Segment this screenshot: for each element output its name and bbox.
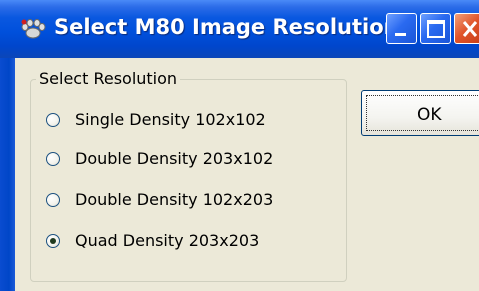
window-title: Select M80 Image Resolution [54, 15, 399, 39]
window-frame-left [0, 58, 15, 291]
ok-button[interactable]: OK [361, 90, 479, 136]
paw-app-icon[interactable] [20, 18, 46, 40]
maximize-icon [427, 20, 445, 38]
ok-button-label: OK [417, 105, 442, 125]
minimize-button[interactable] [386, 13, 417, 44]
radio-selected-dot [50, 238, 56, 244]
radio-label: Quad Density 203x203 [75, 231, 260, 250]
radio-button[interactable] [46, 193, 60, 207]
minimize-icon [395, 33, 406, 36]
close-icon [462, 21, 478, 37]
radio-button-selected[interactable] [46, 234, 60, 248]
radio-label: Single Density 102x102 [75, 110, 266, 129]
close-button[interactable] [454, 13, 479, 44]
groupbox-label: Select Resolution [36, 69, 181, 88]
radio-button[interactable] [46, 152, 60, 166]
maximize-button[interactable] [420, 13, 451, 44]
radio-button[interactable] [46, 113, 60, 127]
dialog-window: Select M80 Image Resolution Select Resol… [0, 0, 479, 291]
radio-label: Double Density 102x203 [75, 190, 274, 209]
title-bar[interactable]: Select M80 Image Resolution [0, 0, 479, 58]
radio-label: Double Density 203x102 [75, 149, 274, 168]
